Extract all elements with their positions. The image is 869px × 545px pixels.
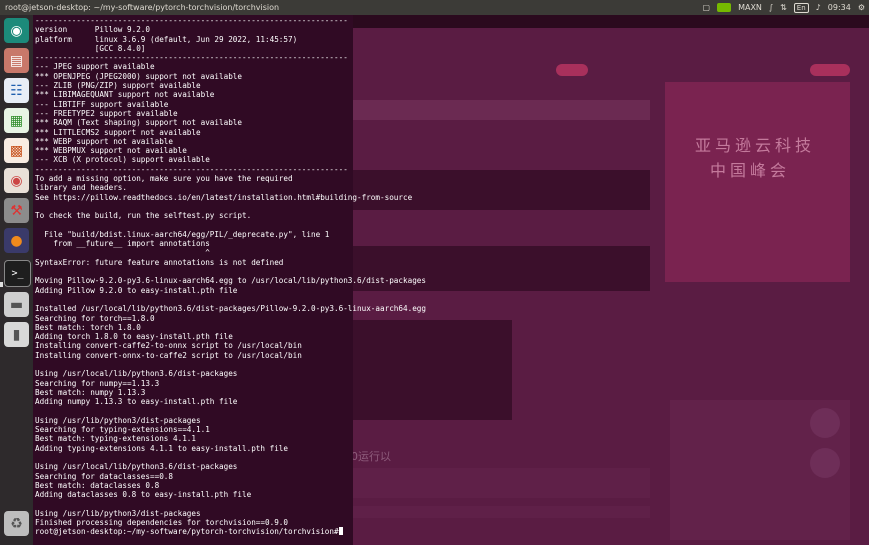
terminal-line: --- FREETYPE2 support available <box>35 108 178 118</box>
network-icon[interactable]: ⇅ <box>780 0 787 15</box>
terminal-line: Best match: dataclasses 0.8 <box>35 480 160 490</box>
trash-icon[interactable]: ♻ <box>4 511 29 536</box>
terminal-line: --- LIBTIFF support available <box>35 99 169 109</box>
launcher: ◉ ▤ ☷ ▦ ▩ ◉ ⚒ ● >_ ▬ ▮ ♻ <box>0 15 33 545</box>
dropbox-icon[interactable]: ▢ <box>703 0 711 15</box>
terminal-icon[interactable]: >_ <box>4 260 31 287</box>
bg-red-button <box>556 64 588 76</box>
bg-advertisement: 亚马逊云科技 中国峰会 <box>665 82 850 282</box>
terminal-line: Using /usr/lib/python3/dist-packages <box>35 508 201 518</box>
terminal-line: ----------------------------------------… <box>35 164 348 174</box>
clock[interactable]: 09:34 <box>828 0 851 15</box>
terminal-window[interactable]: ----------------------------------------… <box>33 15 426 545</box>
disk-icon[interactable]: ▬ <box>4 292 29 317</box>
terminal-line: Best match: torch 1.8.0 <box>35 322 141 332</box>
terminal-line: *** LITTLECMS2 support not available <box>35 127 201 137</box>
terminal-line: Installing convert-onnx-to-caffe2 script… <box>35 350 302 360</box>
terminal-line: *** WEBPMUX support not available <box>35 146 187 156</box>
software-center-icon[interactable]: ◉ <box>4 168 29 193</box>
terminal-line: Adding torch 1.8.0 to easy-install.pth f… <box>35 332 233 342</box>
nvidia-icon[interactable] <box>717 3 732 12</box>
terminal-line: Searching for numpy==1.13.3 <box>35 378 160 388</box>
terminal-line: --- ZLIB (PNG/ZIP) support available <box>35 81 201 91</box>
usb-drive-icon[interactable]: ▮ <box>4 322 29 347</box>
terminal-line: [GCC 8.4.0] <box>94 43 146 53</box>
terminal-line: version Pillow 9.2.0 <box>35 25 151 35</box>
bg-ad-title: 亚马逊云科技 <box>695 136 816 155</box>
terminal-line: Adding Pillow 9.2.0 to easy-install.pth … <box>35 285 238 295</box>
terminal-line: --- JPEG support available <box>35 62 155 72</box>
ubuntu-logo-icon[interactable]: ◉ <box>4 18 29 43</box>
terminal-output: ----------------------------------------… <box>35 16 426 537</box>
window-title: root@jetson-desktop: ~/my-software/pytor… <box>5 3 280 12</box>
files-icon[interactable]: ▤ <box>4 48 29 73</box>
terminal-line: ----------------------------------------… <box>35 16 348 25</box>
terminal-line: *** WEBP support not available <box>35 136 174 146</box>
terminal-line: Searching for typing-extensions==4.1.1 <box>35 425 210 435</box>
terminal-line: See https://pillow.readthedocs.io/en/lat… <box>35 192 413 202</box>
terminal-line: Best match: numpy 1.13.3 <box>35 387 146 397</box>
terminal-line: File "build/bdist.linux-aarch64/egg/PIL/… <box>44 229 330 239</box>
terminal-line: --- XCB (X protocol) support available <box>35 155 210 165</box>
writer-icon[interactable]: ☷ <box>4 78 29 103</box>
volume-icon[interactable]: ♪ <box>816 0 821 15</box>
terminal-line: *** LIBIMAGEQUANT support not available <box>35 90 215 100</box>
terminal-line: Using /usr/lib/python3/dist-packages <box>35 415 201 425</box>
terminal-line: To add a missing option, make sure you h… <box>35 174 293 184</box>
keyboard-icon[interactable]: En <box>793 2 809 13</box>
bluetooth-icon[interactable]: ∫ <box>769 0 773 15</box>
terminal-line: SyntaxError: future feature annotations … <box>35 257 284 267</box>
terminal-line: Moving Pillow-9.2.0-py3.6-linux-aarch64.… <box>35 276 427 286</box>
terminal-line: from __future__ import annotations <box>53 239 210 249</box>
terminal-line: ----------------------------------------… <box>35 53 348 63</box>
terminal-cursor <box>338 527 343 536</box>
terminal-line: Using /usr/local/lib/python3.6/dist-pack… <box>35 369 238 379</box>
terminal-line: Installing convert-caffe2-to-onnx script… <box>35 341 302 351</box>
power-mode-label[interactable]: MAXN <box>738 0 762 15</box>
terminal-lines: ----------------------------------------… <box>35 16 426 527</box>
bg-float-button <box>810 408 840 438</box>
terminal-line: Adding dataclasses 0.8 to easy-install.p… <box>35 490 252 500</box>
terminal-line: library and headers. <box>35 183 128 193</box>
settings-icon[interactable]: ⚒ <box>4 198 29 223</box>
bg-red-button <box>810 64 850 76</box>
terminal-line: Finished processing dependencies for tor… <box>35 518 289 528</box>
impress-icon[interactable]: ▩ <box>4 138 29 163</box>
terminal-line: *** RAQM (Text shaping) support not avai… <box>35 118 243 128</box>
top-panel: root@jetson-desktop: ~/my-software/pytor… <box>0 0 869 15</box>
terminal-line: Adding typing-extensions 4.1.1 to easy-i… <box>35 443 289 453</box>
terminal-line: Best match: typing-extensions 4.1.1 <box>35 434 197 444</box>
calc-icon[interactable]: ▦ <box>4 108 29 133</box>
terminal-line: Adding numpy 1.13.3 to easy-install.pth … <box>35 397 238 407</box>
active-indicator <box>0 282 3 287</box>
terminal-line: Using /usr/local/lib/python3.6/dist-pack… <box>35 462 238 472</box>
terminal-line: To check the build, run the selftest.py … <box>35 211 252 221</box>
terminal-prompt[interactable]: root@jetson-desktop:~/my-software/pytorc… <box>35 527 339 536</box>
terminal-line: Installed /usr/local/lib/python3.6/dist-… <box>35 304 427 314</box>
terminal-line: *** OPENJPEG (JPEG2000) support not avai… <box>35 71 243 81</box>
firefox-icon[interactable]: ● <box>4 228 29 253</box>
terminal-line: platform linux 3.6.9 (default, Jun 29 20… <box>35 34 298 44</box>
terminal-line: Searching for torch==1.8.0 <box>35 313 155 323</box>
gear-icon[interactable]: ⚙ <box>858 0 865 15</box>
bg-float-button <box>810 448 840 478</box>
terminal-line: ^ <box>205 248 210 258</box>
bg-ad-subtitle: 中国峰会 <box>710 161 791 180</box>
terminal-line: Searching for dataclasses==0.8 <box>35 471 174 481</box>
system-tray: ▢ MAXN ∫ ⇅ En ♪ 09:34 ⚙ <box>703 0 865 15</box>
